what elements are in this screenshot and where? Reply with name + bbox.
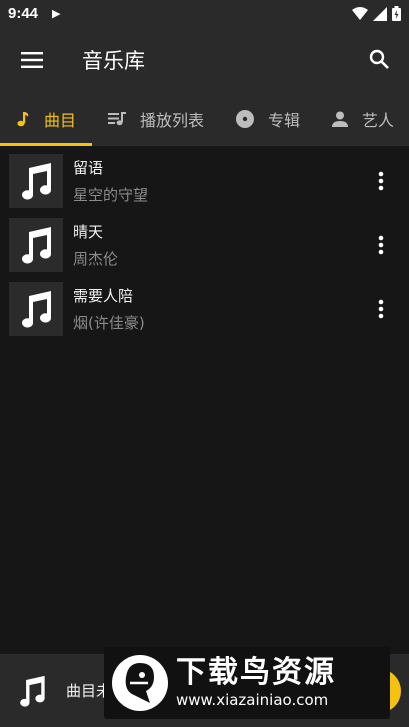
track-thumbnail [9, 154, 63, 208]
music-note-icon [22, 291, 51, 328]
signal-icon [373, 6, 387, 21]
track-thumbnail [9, 218, 63, 272]
music-note-icon [22, 163, 51, 200]
battery-icon [392, 6, 401, 21]
person-icon [332, 111, 349, 127]
track-title: 晴天 [73, 222, 104, 241]
tab-label: 艺人 [362, 111, 395, 130]
tab-label: 曲目 [44, 111, 77, 130]
track-row[interactable]: 需要人陪 烟(许佳豪) [0, 277, 409, 341]
music-note-icon [16, 111, 30, 127]
more-vertical-icon [378, 235, 384, 255]
search-button[interactable] [359, 39, 399, 79]
library-tabs: 曲目 播放列表 专辑 艺人 [0, 92, 409, 146]
tab-artists[interactable]: 艺人 [316, 92, 409, 146]
tab-albums[interactable]: 专辑 [220, 92, 316, 146]
track-title: 留语 [73, 158, 104, 177]
more-vertical-icon [378, 299, 384, 319]
watermark-bird-logo [112, 655, 168, 711]
track-list: 留语 星空的守望 晴天 周杰伦 需要人陪 烟(许佳豪) [0, 146, 409, 341]
tab-label: 专辑 [268, 111, 301, 130]
watermark-url: www.xiazainiao.com [176, 691, 329, 709]
tab-tracks[interactable]: 曲目 [0, 92, 93, 146]
track-more-button[interactable] [369, 167, 393, 195]
track-thumbnail [9, 282, 63, 336]
track-row[interactable]: 晴天 周杰伦 [0, 213, 409, 277]
music-note-icon [22, 227, 51, 264]
tab-playlists[interactable]: 播放列表 [92, 92, 220, 146]
track-artist: 星空的守望 [73, 185, 149, 204]
search-icon [369, 49, 389, 69]
track-row[interactable]: 留语 星空的守望 [0, 149, 409, 213]
status-time: 9:44 [8, 5, 39, 22]
track-more-button[interactable] [369, 231, 393, 259]
track-more-button[interactable] [369, 295, 393, 323]
wifi-icon [352, 6, 368, 20]
track-artist: 烟(许佳豪) [73, 313, 145, 332]
playlist-icon [108, 112, 127, 126]
app-toolbar: 音乐库 [0, 27, 409, 92]
track-artist: 周杰伦 [73, 249, 119, 268]
music-note-icon [16, 675, 48, 707]
tab-label: 播放列表 [140, 111, 205, 130]
track-title: 需要人陪 [73, 286, 134, 305]
watermark: 下载鸟资源 www.xiazainiao.com [104, 647, 390, 719]
menu-button[interactable] [0, 27, 64, 92]
hamburger-menu-icon [21, 51, 43, 68]
page-title: 音乐库 [82, 48, 145, 73]
watermark-title: 下载鸟资源 [176, 655, 336, 690]
status-bar: 9:44 ▶ [0, 0, 409, 27]
media-playing-icon: ▶ [52, 7, 61, 20]
album-icon [236, 110, 255, 128]
more-vertical-icon [378, 171, 384, 191]
